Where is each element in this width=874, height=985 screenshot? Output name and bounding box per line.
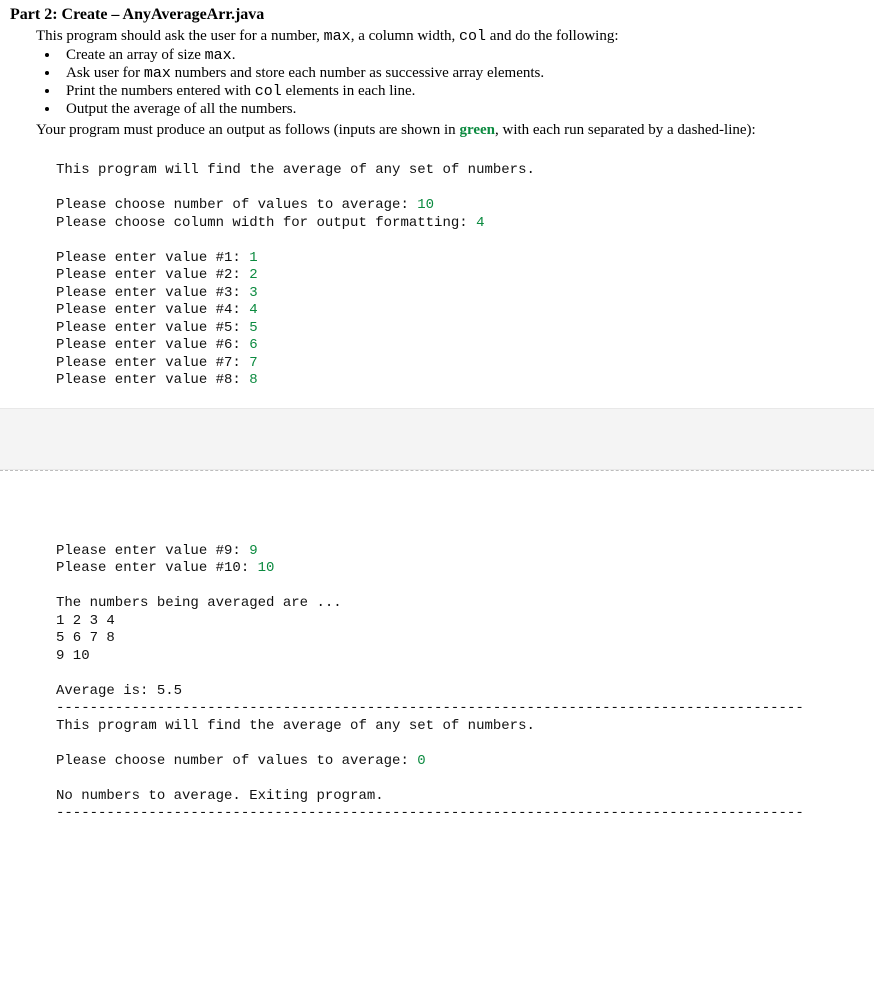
run1-col-val: 4 [476, 215, 484, 231]
run1-v3: 3 [249, 285, 257, 301]
run1-numbers-header: The numbers being averaged are ... [56, 595, 342, 611]
bullet-1: Create an array of size max. [60, 47, 864, 64]
run1-p7: Please enter value #7: [56, 355, 249, 371]
intro-col: col [459, 28, 486, 45]
run2-exit: No numbers to average. Exiting program. [56, 788, 384, 804]
run1-dashes: ----------------------------------------… [56, 700, 804, 716]
run1-row3: 9 10 [56, 648, 90, 664]
run1-p9: Please enter value #9: [56, 543, 249, 559]
bullet-2: Ask user for max numbers and store each … [60, 65, 864, 82]
run1-v2: 2 [249, 267, 257, 283]
bullet-4: Output the average of all the numbers. [60, 101, 864, 118]
run1-prompt-col: Please choose column width for output fo… [56, 215, 476, 231]
bullet-2-pre: Ask user for [66, 65, 144, 81]
page-gap-band [0, 408, 874, 470]
outro-pre: Your program must produce an output as f… [36, 122, 459, 138]
bullet-list: Create an array of size max. Ask user fo… [38, 47, 864, 118]
run1-average: Average is: 5.5 [56, 683, 182, 699]
intro-text-3: and do the following: [486, 28, 618, 44]
page-gap-below [0, 471, 874, 533]
output-block-2: Please enter value #9: 9 Please enter va… [0, 533, 874, 841]
outro-green: green [459, 122, 495, 138]
run1-v1: 1 [249, 250, 257, 266]
run1-v10: 10 [258, 560, 275, 576]
intro-max: max [324, 28, 351, 45]
section-heading: Part 2: Create – AnyAverageArr.java [10, 6, 864, 24]
run1-v7: 7 [249, 355, 257, 371]
run1-v5: 5 [249, 320, 257, 336]
run1-v8: 8 [249, 372, 257, 388]
run1-v9: 9 [249, 543, 257, 559]
outro-paragraph: Your program must produce an output as f… [36, 120, 864, 140]
run1-p2: Please enter value #2: [56, 267, 249, 283]
intro-paragraph: This program should ask the user for a n… [36, 28, 864, 45]
run2-dashes: ----------------------------------------… [56, 805, 804, 821]
run1-p5: Please enter value #5: [56, 320, 249, 336]
output-block-1: This program will find the average of an… [0, 152, 874, 408]
run1-p6: Please enter value #6: [56, 337, 249, 353]
run1-p4: Please enter value #4: [56, 302, 249, 318]
run2-prompt-count: Please choose number of values to averag… [56, 753, 417, 769]
run1-intro: This program will find the average of an… [56, 162, 535, 178]
intro-text-1: This program should ask the user for a n… [36, 28, 324, 44]
bullet-2-mono: max [144, 65, 171, 82]
bullet-3-pre: Print the numbers entered with [66, 83, 255, 99]
bullet-1-mono: max [205, 47, 232, 64]
run1-row1: 1 2 3 4 [56, 613, 115, 629]
bullet-2-post: numbers and store each number as success… [171, 65, 544, 81]
run1-v6: 6 [249, 337, 257, 353]
run2-count-val: 0 [417, 753, 425, 769]
intro-text-2: , a column width, [351, 28, 459, 44]
bullet-3: Print the numbers entered with col eleme… [60, 83, 864, 100]
run1-count-val: 10 [417, 197, 434, 213]
run1-p10: Please enter value #10: [56, 560, 258, 576]
run1-p1: Please enter value #1: [56, 250, 249, 266]
run1-v4: 4 [249, 302, 257, 318]
run1-prompt-count: Please choose number of values to averag… [56, 197, 417, 213]
bullet-3-post: elements in each line. [282, 83, 416, 99]
run1-row2: 5 6 7 8 [56, 630, 115, 646]
document-top: Part 2: Create – AnyAverageArr.java This… [0, 0, 874, 152]
run1-p3: Please enter value #3: [56, 285, 249, 301]
outro-post: , with each run separated by a dashed-li… [495, 122, 756, 138]
run1-p8: Please enter value #8: [56, 372, 249, 388]
run2-intro: This program will find the average of an… [56, 718, 535, 734]
bullet-1-post: . [232, 47, 236, 63]
bullet-1-pre: Create an array of size [66, 47, 205, 63]
bullet-3-mono: col [255, 83, 282, 100]
